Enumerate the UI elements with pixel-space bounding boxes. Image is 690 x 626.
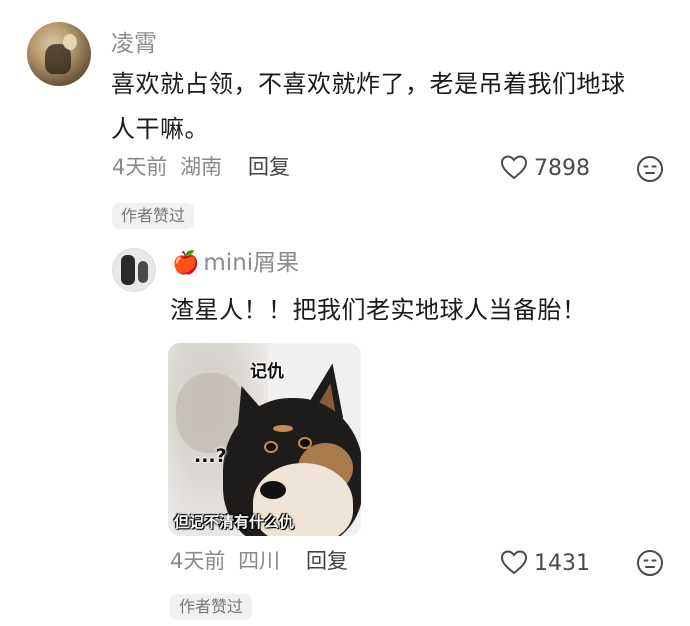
- like-count: 7898: [534, 156, 590, 181]
- heart-outline-icon: [500, 549, 528, 579]
- reply-username-row[interactable]: 🍎 mini屑果: [172, 252, 299, 275]
- reply-button[interactable]: 回复: [248, 157, 290, 178]
- reply-button[interactable]: 回复: [306, 551, 348, 572]
- location: 四川: [238, 549, 281, 573]
- like-count: 1431: [534, 551, 590, 576]
- apple-emoji-icon: 🍎: [172, 250, 200, 276]
- reply-text: 渣星人！！把我们老实地球人当备胎！: [170, 296, 587, 324]
- sticker-caption-top: 记仇: [250, 362, 284, 382]
- username[interactable]: mini屑果: [203, 252, 299, 275]
- comment-text: 喜欢就占领，不喜欢就炸了，老是吊着我们地球 人干嘛。: [111, 62, 671, 152]
- neutral-face-icon: [636, 155, 664, 187]
- comment-meta: 4天前 湖南: [112, 157, 222, 178]
- heart-outline-icon: [500, 154, 528, 184]
- sticker-caption-mid: ...?: [194, 445, 227, 467]
- dislike-button[interactable]: [636, 549, 664, 581]
- location: 湖南: [180, 155, 223, 179]
- timestamp: 4天前: [112, 155, 168, 179]
- author-liked-badge: 作者赞过: [170, 594, 253, 620]
- neutral-face-icon: [636, 549, 664, 581]
- reply-meta: 4天前 四川: [170, 551, 280, 572]
- dislike-button[interactable]: [636, 155, 664, 187]
- like-button[interactable]: 1431: [500, 549, 590, 579]
- comment-text-line: 喜欢就占领，不喜欢就炸了，老是吊着我们地球: [111, 70, 626, 98]
- timestamp: 4天前: [170, 549, 226, 573]
- sticker-image[interactable]: 记仇 ...? 但记不清有什么仇: [168, 343, 361, 536]
- avatar[interactable]: [112, 248, 156, 292]
- avatar[interactable]: [27, 22, 91, 86]
- comment-text-line: 人干嘛。: [111, 115, 209, 143]
- like-button[interactable]: 7898: [500, 154, 590, 184]
- username[interactable]: 凌霄: [111, 33, 157, 56]
- sticker-caption-bottom: 但记不清有什么仇: [174, 513, 295, 531]
- author-liked-badge: 作者赞过: [112, 203, 195, 229]
